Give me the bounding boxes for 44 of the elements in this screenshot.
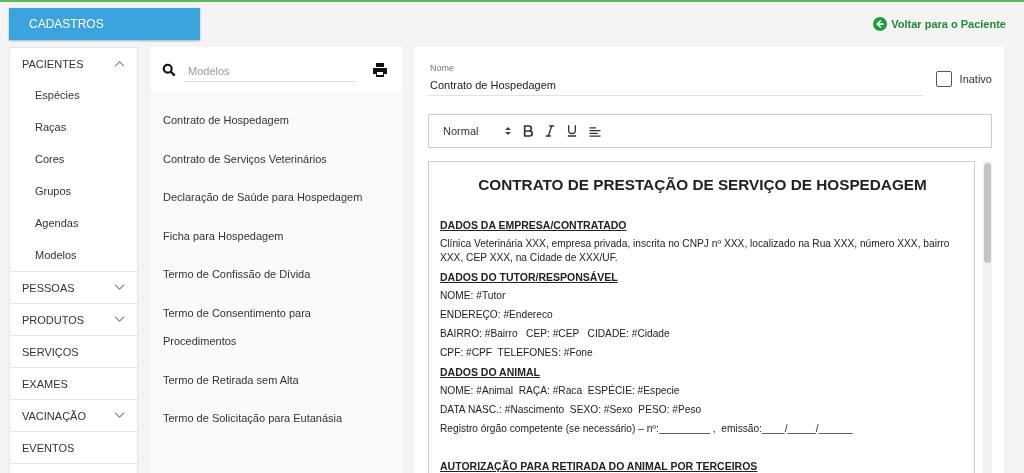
- document-text: Registro órgão competente (se necessário) – nº:_________ , emissão:____/_____/______: [440, 422, 854, 436]
- chevron-down-icon: [114, 412, 125, 419]
- section-heading: DADOS DO TUTOR/RESPONSÁVEL: [440, 270, 619, 284]
- align-icon[interactable]: [589, 125, 602, 137]
- sidebar-subitem[interactable]: Espécies: [10, 79, 137, 111]
- document-text: BAIRRO: #Bairro CEP: #CEP CIDADE: #Cidade: [440, 327, 671, 341]
- back-arrow-icon: [873, 17, 888, 31]
- section-heading: DADOS DA EMPRESA/CONTRATADO: [440, 218, 628, 232]
- document-text: DATA NASC.: #Nascimento SEXO: #Sexo PESO: #Peso: [440, 403, 703, 417]
- sidebar-item[interactable]: VACINAÇÃO: [10, 400, 137, 432]
- back-link[interactable]: Voltar para o Paciente: [873, 17, 1006, 31]
- chevron-down-icon: [114, 316, 125, 323]
- section-heading: DADOS DO ANIMAL: [440, 365, 541, 379]
- underline-icon[interactable]: [567, 125, 578, 137]
- chevron-down-icon: [114, 284, 125, 291]
- search-field[interactable]: Modelos: [184, 59, 356, 82]
- printer-icon[interactable]: [372, 61, 388, 78]
- scrollbar-thumb[interactable]: [984, 163, 991, 263]
- document-text: ENDEREÇO: #Endereco: [440, 308, 554, 322]
- document-text: CPF: #CPF TELEFONES: #Fone: [440, 346, 594, 360]
- italic-icon[interactable]: [545, 125, 556, 137]
- format-dropdown[interactable]: Normal: [443, 125, 512, 137]
- sidebar-item[interactable]: SERVIÇOS: [10, 336, 137, 368]
- sidebar-item[interactable]: EVENTOS: [10, 432, 137, 464]
- bold-icon[interactable]: [523, 125, 534, 137]
- sidebar-subitem[interactable]: Agendas: [10, 207, 137, 239]
- document-text: NOME: #Animal RAÇA: #Raca ESPÉCIE: #Especie: [440, 384, 681, 398]
- sidebar-subitem[interactable]: Grupos: [10, 175, 137, 207]
- inactive-label: Inativo: [959, 72, 992, 85]
- sidebar-subitem[interactable]: Cores: [10, 143, 137, 175]
- document-text: Clínica Veterinária XXX, empresa privada, inscrita no CNPJ nº XXX, localizado na Rua XXX, número XXX, bairro XXX, CEP XXX, na Cidade de XXX/UF.: [440, 237, 951, 265]
- document-title: CONTRATO DE PRESTAÇÃO DE SERVIÇO DE HOSPEDAGEM: [477, 176, 928, 194]
- sidebar-subitem[interactable]: Modelos: [10, 239, 137, 272]
- sidebar-item[interactable]: PACIENTES: [10, 48, 137, 79]
- document-text: NOME: #Tutor: [440, 289, 507, 303]
- sidebar-subitem[interactable]: Raças: [10, 111, 137, 143]
- sidebar-item[interactable]: PRODUTOS: [10, 304, 137, 336]
- section-heading: AUTORIZAÇÃO PARA RETIRADA DO ANIMAL POR TERCEIROS: [440, 459, 759, 473]
- name-field[interactable]: Nome Contrato de Hospedagem: [428, 61, 923, 96]
- chevron-up-icon: [114, 60, 125, 67]
- sidebar-item[interactable]: PESSOAS: [10, 272, 137, 304]
- search-icon: [162, 62, 176, 77]
- sidebar-item[interactable]: EXAMES: [10, 368, 137, 400]
- dropdown-arrows-icon: [505, 126, 512, 136]
